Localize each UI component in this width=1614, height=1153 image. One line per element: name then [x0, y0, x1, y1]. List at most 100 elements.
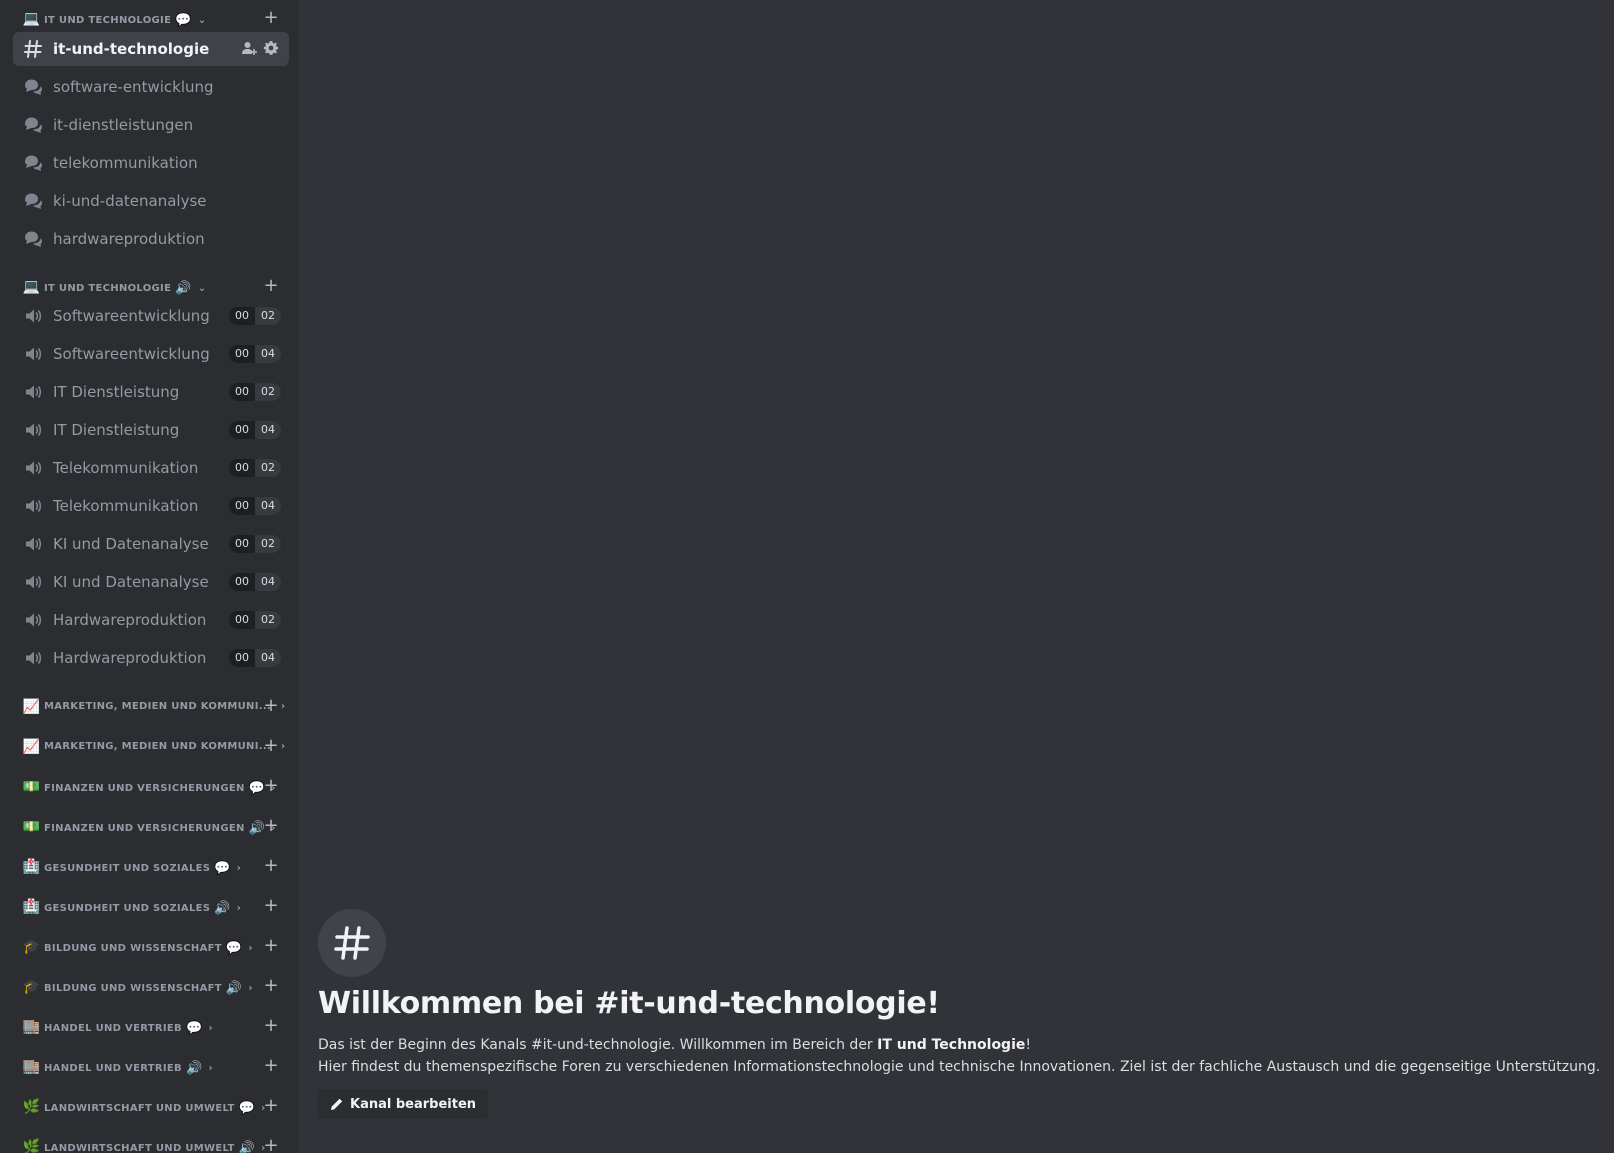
category-collapsed[interactable]: 🎓 BILDUNG UND WISSENSCHAFT 🔊 › + — [0, 975, 298, 999]
user-count: 00 — [235, 423, 249, 436]
create-channel-button[interactable]: + — [263, 1056, 279, 1076]
category-collapsed[interactable]: 🏬 HANDEL UND VERTRIEB 🔊 › + — [0, 1055, 298, 1079]
user-limit: 02 — [255, 459, 281, 477]
forum-channel[interactable]: hardwareproduktion — [13, 222, 289, 256]
user-limit-badge: 00 04 — [229, 421, 281, 439]
user-limit-badge: 00 02 — [229, 611, 281, 629]
category-collapsed[interactable]: 🏬 HANDEL UND VERTRIEB 💬 › + — [0, 1015, 298, 1039]
category-label: HANDEL UND VERTRIEB — [44, 1023, 182, 1034]
speaker-icon — [23, 610, 43, 630]
chevron-right-icon: › — [248, 943, 253, 954]
speaker-icon — [23, 648, 43, 668]
voice-channel[interactable]: Telekommunikation 00 04 — [13, 489, 289, 523]
user-count: 00 — [235, 347, 249, 360]
category-it-text[interactable]: 💻 IT UND TECHNOLOGIE 💬 ⌄ + — [0, 7, 298, 31]
voice-channel[interactable]: Telekommunikation 00 02 — [13, 451, 289, 485]
user-limit-badge: 00 02 — [229, 535, 281, 553]
category-collapsed[interactable]: 🌿 LANDWIRTSCHAFT UND UMWELT 🔊 › + — [0, 1135, 298, 1153]
laptop-icon: 💻 — [22, 10, 41, 27]
intro-text: Das ist der Beginn des Kanals #it-und-te… — [318, 1037, 878, 1053]
user-limit: 04 — [255, 649, 281, 667]
category-it-voice[interactable]: 💻 IT UND TECHNOLOGIE 🔊 ⌄ + — [0, 275, 298, 299]
user-limit: 02 — [255, 535, 281, 553]
create-channel-button[interactable]: + — [263, 936, 279, 956]
channel-name: software-entwicklung — [53, 78, 214, 96]
category-type-icon: 🔊 — [225, 981, 243, 996]
channel-name: it-dienstleistungen — [53, 116, 194, 134]
create-channel-button[interactable]: + — [263, 1016, 279, 1036]
voice-channel[interactable]: IT Dienstleistung 00 02 — [13, 375, 289, 409]
user-limit: 04 — [255, 573, 281, 591]
create-channel-button[interactable]: + — [263, 696, 279, 716]
user-limit: 02 — [255, 611, 281, 629]
laptop-icon: 💻 — [22, 278, 41, 295]
create-channel-button[interactable]: + — [263, 1096, 279, 1116]
create-channel-button[interactable]: + — [263, 856, 279, 876]
category-collapsed[interactable]: 💵 FINANZEN UND VERSICHERUNGEN 🔊 › + — [0, 815, 298, 839]
user-limit-badge: 00 02 — [229, 383, 281, 401]
edit-channel-label: Kanal bearbeiten — [350, 1096, 477, 1112]
category-type-icon: 🔊 — [214, 901, 231, 916]
forum-channel[interactable]: it-dienstleistungen — [13, 108, 289, 142]
user-limit: 04 — [255, 345, 281, 363]
create-channel-button[interactable]: + — [263, 976, 279, 996]
category-collapsed[interactable]: 🏥 GESUNDHEIT UND SOZIALES 💬 › + — [0, 855, 298, 879]
voice-channel[interactable]: KI und Datenanalyse 00 02 — [13, 527, 289, 561]
speaker-icon — [23, 534, 43, 554]
intro-end: ! — [1025, 1037, 1031, 1053]
user-limit: 04 — [255, 497, 281, 515]
category-collapsed[interactable]: 🌿 LANDWIRTSCHAFT UND UMWELT 💬 › + — [0, 1095, 298, 1119]
voice-channel[interactable]: IT Dienstleistung 00 04 — [13, 413, 289, 447]
hash-icon — [23, 39, 43, 59]
category-collapsed[interactable]: 🎓 BILDUNG UND WISSENSCHAFT 💬 › + — [0, 935, 298, 959]
gear-icon[interactable] — [263, 40, 279, 56]
user-count: 00 — [235, 651, 249, 664]
channel-welcome: Willkommen bei #it-und-technologie! Das … — [318, 909, 1600, 1119]
category-emoji-icon: 🎓 — [22, 938, 41, 955]
voice-channel[interactable]: Softwareentwicklung 00 02 — [13, 299, 289, 333]
category-label: FINANZEN UND VERSICHERUNGEN — [44, 783, 245, 794]
channel-it-und-technologie[interactable]: it-und-technologie — [13, 32, 289, 66]
chevron-right-icon: › — [208, 1023, 213, 1034]
voice-channel[interactable]: Softwareentwicklung 00 04 — [13, 337, 289, 371]
channel-name: telekommunikation — [53, 154, 198, 172]
create-channel-button[interactable]: + — [263, 736, 279, 756]
category-emoji-icon: 💵 — [22, 778, 41, 795]
user-count: 00 — [235, 309, 249, 322]
category-type-icon: 💬 — [238, 1101, 256, 1116]
create-channel-button[interactable]: + — [263, 776, 279, 796]
category-collapsed[interactable]: 📈 MARKETING, MEDIEN UND KOMMUNI... › + — [0, 695, 298, 719]
create-channel-button[interactable]: + — [263, 276, 279, 296]
forum-channel[interactable]: software-entwicklung — [13, 70, 289, 104]
forum-channel[interactable]: telekommunikation — [13, 146, 289, 180]
speaker-icon — [23, 344, 43, 364]
voice-channel[interactable]: Hardwareproduktion 00 04 — [13, 641, 289, 675]
category-collapsed[interactable]: 📈 MARKETING, MEDIEN UND KOMMUNI... › + — [0, 735, 298, 759]
category-collapsed[interactable]: 💵 FINANZEN UND VERSICHERUNGEN 💬 › + — [0, 775, 298, 799]
category-collapsed[interactable]: 🏥 GESUNDHEIT UND SOZIALES 🔊 › + — [0, 895, 298, 919]
category-label: HANDEL UND VERTRIEB — [44, 1063, 182, 1074]
create-channel-button[interactable]: + — [263, 1136, 279, 1153]
voice-channel[interactable]: KI und Datenanalyse 00 04 — [13, 565, 289, 599]
user-limit: 02 — [255, 383, 281, 401]
voice-channel[interactable]: Hardwareproduktion 00 02 — [13, 603, 289, 637]
create-channel-button[interactable]: + — [263, 816, 279, 836]
category-label: IT UND TECHNOLOGIE — [44, 283, 172, 294]
channel-name: Hardwareproduktion — [53, 649, 207, 667]
channel-name: Hardwareproduktion — [53, 611, 207, 629]
invite-icon[interactable] — [241, 40, 257, 56]
category-label: MARKETING, MEDIEN UND KOMMUNI... — [44, 701, 272, 712]
edit-channel-button[interactable]: Kanal bearbeiten — [318, 1089, 489, 1119]
category-label: MARKETING, MEDIEN UND KOMMUNI... — [44, 741, 272, 752]
user-limit-badge: 00 02 — [229, 459, 281, 477]
chevron-right-icon: › — [281, 701, 286, 712]
forum-channel[interactable]: ki-und-datenanalyse — [13, 184, 289, 218]
forum-icon — [23, 77, 43, 97]
category-emoji-icon: 🏬 — [22, 1018, 41, 1035]
speaker-icon — [23, 306, 43, 326]
chevron-right-icon: › — [236, 863, 242, 874]
create-channel-button[interactable]: + — [263, 896, 279, 916]
create-channel-button[interactable]: + — [263, 8, 279, 28]
category-label: IT UND TECHNOLOGIE — [44, 15, 172, 26]
hash-icon — [318, 909, 386, 977]
